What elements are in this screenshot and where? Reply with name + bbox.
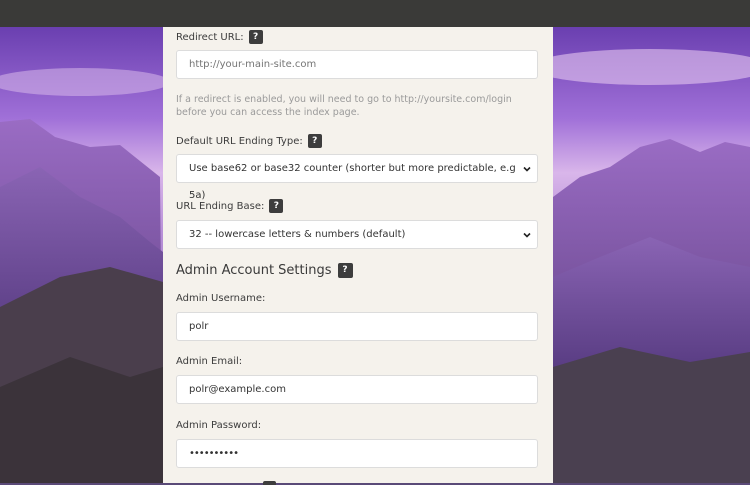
redirect-hint-text: If a redirect is enabled, you will need …	[176, 94, 512, 118]
setup-form-panel: Redirect URL:? If a redirect is enabled,…	[163, 27, 553, 485]
redirect-url-input[interactable]	[176, 50, 538, 79]
admin-email-input[interactable]: polr@example.com	[176, 375, 538, 404]
admin-settings-heading: Admin Account Settings?	[176, 263, 353, 278]
chevron-down-icon	[523, 232, 531, 238]
chevron-down-icon	[523, 166, 531, 172]
help-icon[interactable]: ?	[248, 30, 263, 44]
admin-username-label: Admin Username:	[176, 293, 266, 304]
admin-email-label: Admin Email:	[176, 356, 243, 367]
input-value: ••••••••••	[189, 448, 239, 459]
admin-password-label: Admin Password:	[176, 420, 262, 431]
url-ending-type-label: Default URL Ending Type:?	[176, 134, 322, 148]
help-icon[interactable]	[263, 481, 276, 485]
url-ending-base-label: URL Ending Base:?	[176, 199, 284, 213]
input-value: polr	[189, 321, 209, 332]
top-bar	[0, 0, 750, 27]
redirect-url-label: Redirect URL:?	[176, 30, 263, 44]
select-value: 32 -- lowercase letters & numbers (defau…	[189, 229, 406, 240]
help-icon[interactable]: ?	[269, 199, 284, 213]
select-value: Use base62 or base32 counter (shorter bu…	[189, 163, 516, 201]
input-value: polr@example.com	[189, 384, 286, 395]
admin-username-input[interactable]: polr	[176, 312, 538, 341]
url-ending-type-select[interactable]: Use base62 or base32 counter (shorter bu…	[176, 154, 538, 201]
url-ending-base-select[interactable]: 32 -- lowercase letters & numbers (defau…	[176, 220, 538, 249]
help-icon[interactable]: ?	[337, 263, 353, 278]
help-icon[interactable]: ?	[307, 134, 322, 148]
admin-password-input[interactable]: ••••••••••	[176, 439, 538, 468]
